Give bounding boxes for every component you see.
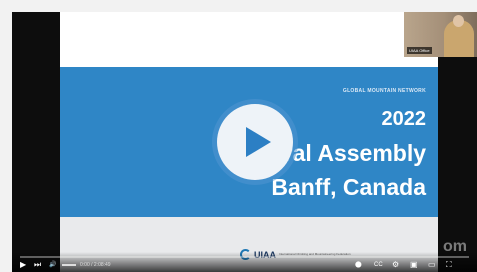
slide-location: Banff, Canada bbox=[271, 174, 426, 200]
autoplay-toggle-icon[interactable]: ⬤ bbox=[355, 261, 362, 269]
subtitles-icon[interactable]: CC bbox=[374, 261, 383, 269]
progress-bar[interactable] bbox=[20, 256, 469, 258]
miniplayer-icon[interactable]: ▣ bbox=[410, 261, 418, 269]
play-control-icon[interactable]: ▶ bbox=[20, 261, 26, 269]
volume-icon[interactable]: 🔊 bbox=[49, 261, 56, 269]
theater-mode-icon[interactable]: ▭ bbox=[428, 261, 436, 269]
webcam-name-label: UIAA Office bbox=[407, 47, 432, 54]
fullscreen-icon[interactable]: ⛶ bbox=[446, 261, 452, 269]
time-display: 0:00 / 2:08:49 bbox=[80, 262, 111, 268]
slide-network-label: GLOBAL MOUNTAIN NETWORK bbox=[342, 88, 426, 94]
next-icon[interactable]: ⏭ bbox=[34, 261, 41, 269]
webcam-person-head bbox=[453, 15, 464, 27]
slide-year: 2022 bbox=[381, 108, 427, 130]
volume-slider[interactable] bbox=[62, 264, 76, 266]
webcam-overlay: UIAA Office bbox=[404, 12, 477, 57]
big-play-button[interactable] bbox=[217, 104, 293, 180]
player-controls-bar: ▶ ⏭ 🔊 0:00 / 2:08:49 ⬤ CC ⚙ ▣ ▭ ⛶ bbox=[12, 252, 477, 272]
play-icon bbox=[245, 127, 271, 157]
video-player[interactable]: GLOBAL MOUNTAIN NETWORK 2022 General Ass… bbox=[12, 12, 477, 272]
settings-icon[interactable]: ⚙ bbox=[392, 261, 399, 269]
